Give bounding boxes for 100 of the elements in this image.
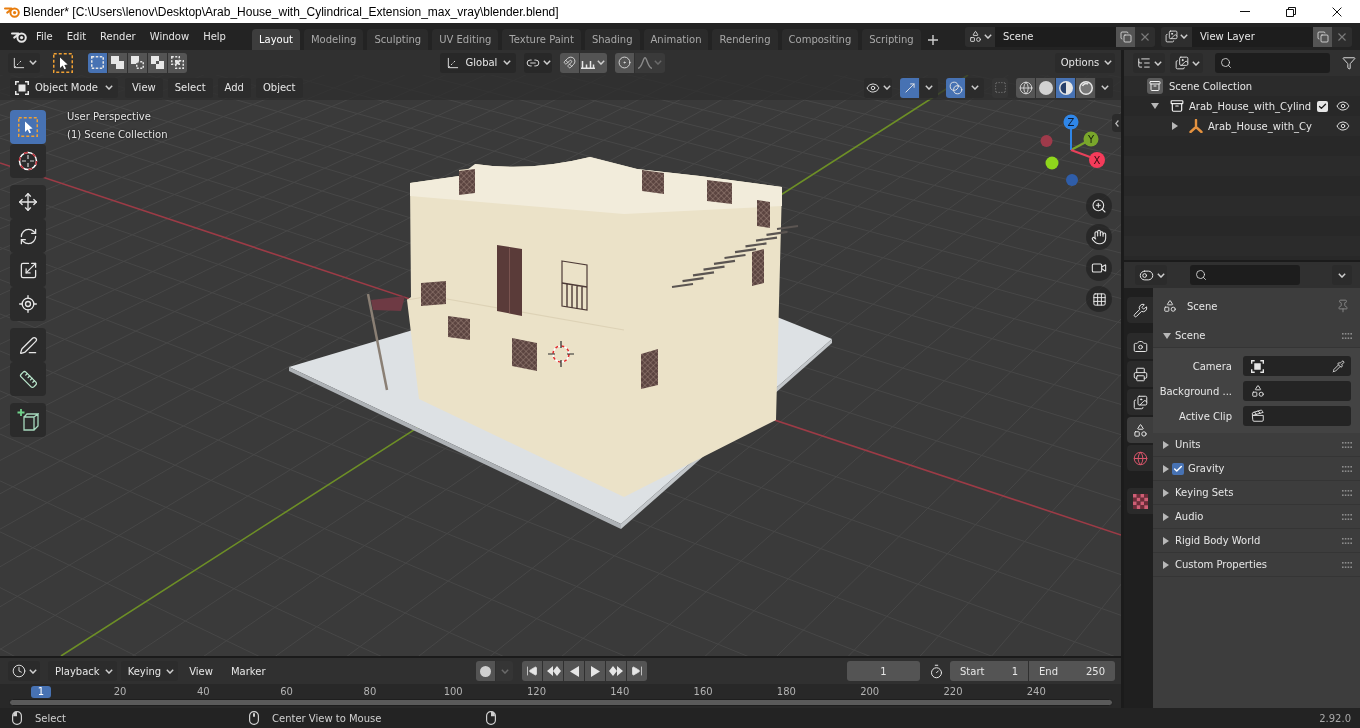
gizmo-dropdown[interactable] — [920, 77, 938, 98]
jump-end-button[interactable] — [627, 661, 647, 681]
funnel-icon[interactable] — [1342, 56, 1356, 70]
remove-button[interactable] — [1332, 26, 1352, 47]
end-frame-field[interactable]: End 250 — [1029, 661, 1115, 681]
play-reverse-button[interactable] — [564, 661, 584, 681]
selection-mode-button[interactable] — [168, 52, 187, 73]
scene-menu-button[interactable] — [965, 26, 995, 47]
record-button[interactable] — [476, 661, 495, 681]
xray-toggle[interactable] — [992, 77, 1008, 98]
copy-button[interactable] — [1313, 26, 1332, 47]
eye-icon[interactable] — [1336, 119, 1350, 133]
filter-dropdown[interactable] — [1170, 53, 1203, 73]
z-axis-handle[interactable]: Z — [1063, 114, 1079, 151]
search-field[interactable] — [1190, 265, 1300, 285]
axis-dot-handle[interactable] — [1045, 156, 1059, 170]
start-frame-field[interactable]: Start 1 — [950, 661, 1028, 681]
workspace-tab[interactable]: Layout — [251, 29, 300, 50]
falloff-dropdown[interactable] — [634, 52, 665, 73]
triangle-right-icon[interactable] — [1163, 512, 1169, 521]
properties-tab[interactable] — [1127, 361, 1153, 387]
display-mode-dropdown[interactable] — [1133, 53, 1165, 73]
outliner-item-label[interactable]: Scene Collection — [1169, 80, 1253, 92]
tool-button[interactable] — [10, 328, 46, 362]
shading-dropdown[interactable] — [1096, 77, 1113, 98]
tool-button[interactable] — [10, 362, 46, 396]
tool-button[interactable] — [10, 185, 46, 219]
snap-target-dropdown[interactable] — [579, 52, 607, 73]
sidebar-tab[interactable] — [1112, 114, 1121, 132]
view-layer-menu-button[interactable] — [1161, 26, 1192, 47]
copy-button[interactable] — [1116, 26, 1135, 47]
search-field[interactable] — [1215, 53, 1330, 73]
properties-tab[interactable] — [1127, 389, 1153, 415]
properties-tab[interactable] — [1127, 297, 1153, 323]
checkbox[interactable] — [1172, 462, 1184, 475]
shading-button[interactable] — [1076, 77, 1095, 98]
selection-mode-button[interactable] — [148, 52, 167, 73]
scene-field[interactable]: Scene — [995, 26, 1116, 47]
workspace-tab[interactable]: UV Editing — [432, 29, 499, 50]
menu-item[interactable]: File — [29, 26, 60, 47]
editor-type-button[interactable] — [8, 661, 40, 681]
workspace-tab[interactable]: Rendering — [712, 29, 778, 50]
proportional-toggle[interactable] — [614, 52, 634, 73]
orientation-dropdown[interactable]: Global — [439, 52, 516, 73]
menu-item[interactable]: Object — [255, 77, 303, 98]
properties-tab[interactable] — [1127, 488, 1153, 514]
y-axis-handle[interactable]: Y — [1070, 131, 1099, 151]
shading-button[interactable] — [1016, 77, 1035, 98]
workspace-tab[interactable]: Scripting — [862, 29, 921, 50]
menu-dropdown[interactable]: Keying — [120, 661, 179, 681]
editor-type-button[interactable] — [8, 52, 40, 73]
mode-dropdown[interactable]: Object Mode — [10, 77, 118, 98]
camera-field[interactable] — [1243, 356, 1351, 376]
eye-icon[interactable] — [1336, 99, 1350, 113]
next-keyframe-button[interactable] — [606, 661, 626, 681]
scene-field[interactable] — [1243, 381, 1351, 401]
overlay-toggle[interactable] — [946, 77, 965, 98]
menu-item[interactable]: View — [125, 77, 163, 98]
timeline-scrollbar[interactable] — [9, 699, 1113, 706]
workspace-tab[interactable]: Texture Paint — [502, 29, 581, 50]
triangle-right-icon[interactable] — [1163, 464, 1169, 473]
snap-toggle[interactable] — [559, 52, 579, 73]
overlay-dropdown[interactable] — [966, 77, 984, 98]
outliner-item-label[interactable]: Arab_House_with_Cy — [1208, 120, 1312, 132]
tool-button[interactable] — [10, 110, 46, 144]
shading-button[interactable] — [1036, 77, 1055, 98]
properties-tab[interactable] — [1127, 417, 1153, 443]
workspace-tab[interactable]: Sculpting — [367, 29, 429, 50]
menu-item[interactable]: View — [182, 661, 220, 681]
workspace-tab[interactable]: Shading — [584, 29, 640, 50]
menu-item[interactable]: Render — [93, 26, 143, 47]
workspace-tab[interactable]: Compositing — [781, 29, 859, 50]
workspace-tab[interactable]: Modeling — [303, 29, 364, 50]
menu-item[interactable]: Help — [196, 26, 233, 47]
options-dropdown[interactable]: Options — [1055, 52, 1115, 73]
checkbox[interactable] — [1317, 100, 1328, 112]
visibility-dropdown[interactable] — [864, 77, 892, 98]
triangle-right-icon[interactable] — [1172, 122, 1178, 130]
x-axis-handle[interactable]: X — [1070, 149, 1105, 168]
menu-dropdown[interactable]: Playback — [48, 661, 117, 681]
workspace-tab[interactable]: Animation — [643, 29, 709, 50]
previous-keyframe-button[interactable] — [543, 661, 563, 681]
outliner-item-label[interactable]: Arab_House_with_Cylind — [1189, 100, 1312, 112]
editor-type-button[interactable] — [1135, 265, 1167, 285]
properties-tab[interactable] — [1127, 333, 1153, 359]
tool-button[interactable] — [10, 403, 46, 437]
selection-mode-button[interactable] — [128, 52, 147, 73]
playhead[interactable]: 1 — [31, 686, 51, 698]
menu-item[interactable]: Add — [217, 77, 251, 98]
shading-button[interactable] — [1056, 77, 1075, 98]
menu-item[interactable]: Edit — [59, 26, 94, 47]
triangle-right-icon[interactable] — [1163, 488, 1169, 497]
pivot-dropdown[interactable] — [523, 52, 552, 73]
triangle-right-icon[interactable] — [1163, 440, 1169, 449]
jump-start-button[interactable] — [522, 661, 542, 681]
clip-field[interactable] — [1243, 406, 1351, 426]
view-layer-field[interactable]: View Layer — [1192, 26, 1313, 47]
menu-item[interactable]: Select — [167, 77, 213, 98]
options-button[interactable] — [1332, 265, 1352, 285]
axis-dot-handle[interactable] — [1040, 135, 1053, 147]
